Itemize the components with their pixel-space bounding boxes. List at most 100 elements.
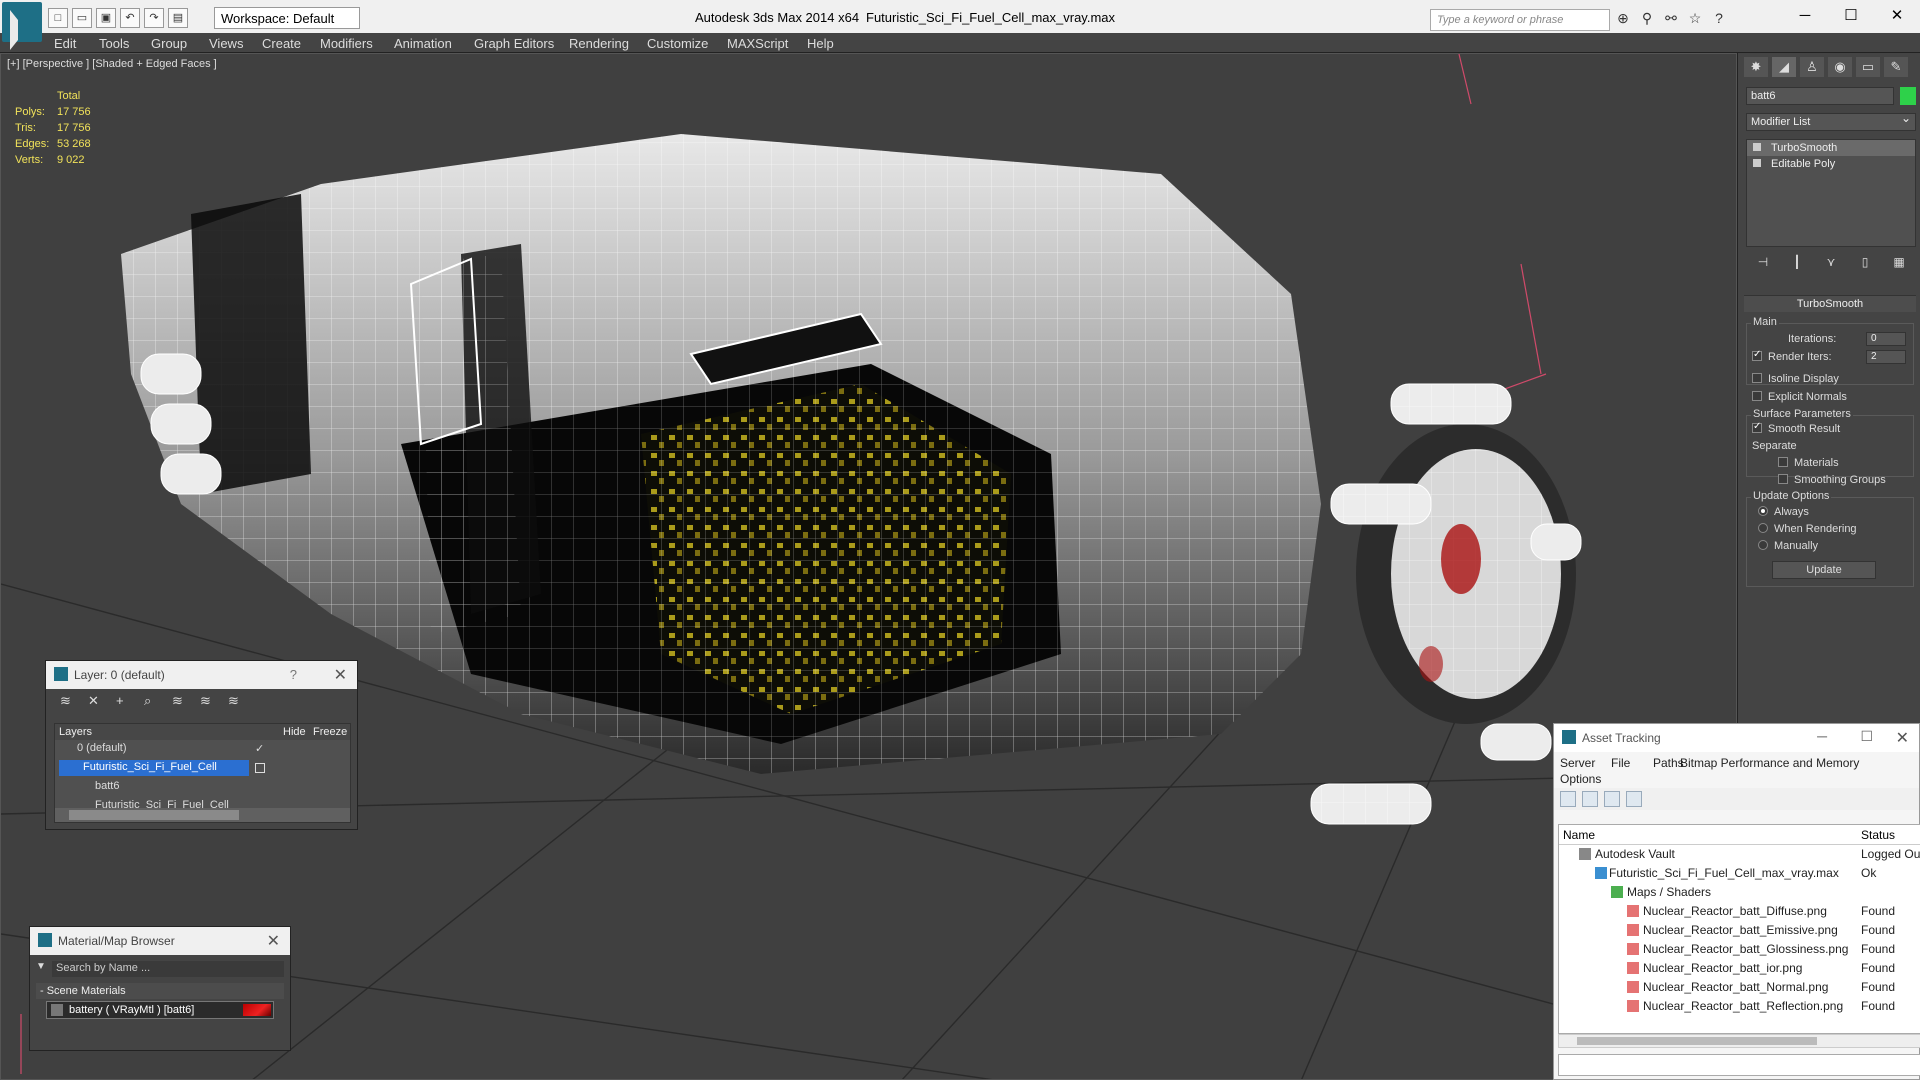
menu-graph-editors[interactable]: Graph Editors [474, 36, 554, 51]
render-iters-spinner[interactable]: 2 [1866, 350, 1906, 364]
stack-item-editable-poly[interactable]: Editable Poly [1747, 156, 1915, 172]
asset-row[interactable]: Autodesk Vault Logged Ou [1559, 845, 1920, 864]
utilities-tab-icon[interactable]: ✎ [1884, 57, 1908, 77]
material-search-input[interactable]: Search by Name ... [52, 961, 284, 977]
redo-icon[interactable]: ↷ [144, 8, 164, 28]
binoculars-icon[interactable]: ⊕ [1614, 10, 1632, 28]
menu-help[interactable]: Help [807, 36, 834, 51]
key-icon[interactable]: ⚲ [1638, 10, 1656, 28]
iterations-spinner[interactable]: 0 [1866, 332, 1906, 346]
render-iters-row[interactable]: Render Iters: [1752, 349, 1832, 363]
favorites-star-icon[interactable]: ☆ [1686, 10, 1704, 28]
asset-row[interactable]: Maps / Shaders [1559, 883, 1920, 902]
hierarchy-tab-icon[interactable]: ♙ [1800, 57, 1824, 77]
lightbulb-icon[interactable] [1753, 143, 1761, 151]
horizontal-scrollbar[interactable] [1558, 1034, 1920, 1048]
always-radio[interactable] [1758, 506, 1768, 516]
refresh-icon[interactable] [1560, 791, 1576, 807]
close-icon[interactable]: ✕ [1874, 0, 1920, 32]
help-icon[interactable]: ? [290, 667, 297, 682]
project-folder-icon[interactable]: ▤ [168, 8, 188, 28]
col-layers[interactable]: Layers [59, 726, 92, 738]
configure-sets-icon[interactable]: ▦ [1891, 255, 1907, 271]
smoothing-groups-checkbox[interactable] [1778, 474, 1788, 484]
maximize-icon[interactable]: ☐ [1860, 728, 1873, 745]
display-tab-icon[interactable]: ▭ [1856, 57, 1880, 77]
connect-icon[interactable]: ⚯ [1662, 10, 1680, 28]
undo-icon[interactable]: ↶ [120, 8, 140, 28]
explicit-normals-row[interactable]: Explicit Normals [1752, 391, 1847, 403]
update-button[interactable]: Update [1772, 561, 1876, 579]
menu-modifiers[interactable]: Modifiers [320, 36, 373, 51]
asset-row[interactable]: Nuclear_Reactor_batt_ior.png Found [1559, 959, 1920, 978]
select-layer-objects-icon[interactable]: ⌕ [144, 693, 160, 709]
maximize-icon[interactable]: ☐ [1828, 0, 1874, 32]
list-view-icon[interactable] [1582, 791, 1598, 807]
asset-row[interactable]: Nuclear_Reactor_batt_Reflection.png Foun… [1559, 997, 1920, 1016]
menu-maxscript[interactable]: MAXScript [727, 36, 788, 51]
save-icon[interactable]: ▣ [96, 8, 116, 28]
menu-tools[interactable]: Tools [99, 36, 129, 51]
material-item[interactable]: battery ( VRayMtl ) [batt6] [46, 1001, 274, 1019]
materials-row[interactable]: Materials [1778, 457, 1839, 469]
create-tab-icon[interactable]: ✸ [1744, 57, 1768, 77]
col-hide[interactable]: Hide [283, 726, 306, 738]
asset-row[interactable]: Nuclear_Reactor_batt_Emissive.png Found [1559, 921, 1920, 940]
layer-row[interactable]: Futuristic_Sci_Fi_Fuel_Cell [55, 759, 350, 778]
motion-tab-icon[interactable]: ◉ [1828, 57, 1852, 77]
close-icon[interactable]: ✕ [334, 665, 347, 685]
create-layer-icon[interactable]: ≋ [60, 693, 76, 709]
workspace-dropdown[interactable]: Workspace: Default [214, 7, 360, 29]
when-rendering-radio[interactable] [1758, 523, 1768, 533]
col-name[interactable]: Name [1563, 828, 1595, 842]
options-dropdown-icon[interactable]: ▼ [36, 961, 46, 972]
col-freeze[interactable]: Freeze [313, 726, 347, 738]
minimize-icon[interactable]: ─ [1817, 728, 1827, 744]
table-view-icon[interactable] [1626, 791, 1642, 807]
thumbnail-view-icon[interactable] [1604, 791, 1620, 807]
minimize-icon[interactable]: ─ [1782, 0, 1828, 32]
asset-row[interactable]: Nuclear_Reactor_batt_Diffuse.png Found [1559, 902, 1920, 921]
menu-animation[interactable]: Animation [394, 36, 452, 51]
freeze-all-layers-icon[interactable]: ≋ [228, 693, 244, 709]
make-unique-icon[interactable]: ⋎ [1823, 255, 1839, 271]
delete-layer-icon[interactable]: ✕ [88, 693, 104, 709]
add-to-layer-icon[interactable]: + [116, 693, 132, 709]
active-layer-check-icon[interactable]: ✓ [255, 742, 264, 755]
help-icon[interactable]: ? [1710, 10, 1728, 28]
viewport-label[interactable]: [+] [Perspective ] [Shaded + Edged Faces… [7, 58, 217, 70]
rollout-title[interactable]: TurboSmooth [1744, 296, 1916, 312]
expand-plus-icon[interactable] [1753, 159, 1761, 167]
menu-file[interactable]: File [1611, 756, 1630, 770]
menu-views[interactable]: Views [209, 36, 243, 51]
manually-radio-row[interactable]: Manually [1758, 540, 1818, 552]
open-file-icon[interactable]: ▭ [72, 8, 92, 28]
menu-customize[interactable]: Customize [647, 36, 708, 51]
set-current-layer-box[interactable] [255, 763, 265, 773]
smoothing-groups-row[interactable]: Smoothing Groups [1778, 474, 1886, 486]
asset-row[interactable]: Nuclear_Reactor_batt_Glossiness.png Foun… [1559, 940, 1920, 959]
menu-options[interactable]: Options [1560, 772, 1601, 786]
menu-bitmap-performance[interactable]: Bitmap Performance and Memory [1680, 756, 1859, 770]
menu-group[interactable]: Group [151, 36, 187, 51]
new-file-icon[interactable]: □ [48, 8, 68, 28]
stack-item-turbosmooth[interactable]: TurboSmooth [1747, 140, 1915, 156]
show-end-result-icon[interactable]: ┃ [1789, 255, 1805, 271]
scene-materials-category[interactable]: - Scene Materials [36, 983, 284, 999]
smooth-result-row[interactable]: Smooth Result [1752, 421, 1840, 435]
asset-tracking-titlebar[interactable]: Asset Tracking ✕ ☐ ─ [1554, 724, 1919, 752]
modifier-list-dropdown[interactable]: Modifier List [1746, 111, 1916, 131]
col-status[interactable]: Status [1861, 828, 1895, 842]
search-input[interactable]: Type a keyword or phrase [1430, 9, 1610, 31]
asset-row[interactable]: Futuristic_Sci_Fi_Fuel_Cell_max_vray.max… [1559, 864, 1920, 883]
isoline-checkbox[interactable] [1752, 373, 1762, 383]
horizontal-scrollbar[interactable] [55, 808, 350, 822]
materials-checkbox[interactable] [1778, 457, 1788, 467]
close-icon[interactable]: ✕ [267, 931, 280, 951]
asset-row[interactable]: Nuclear_Reactor_batt_Normal.png Found [1559, 978, 1920, 997]
material-browser-titlebar[interactable]: Material/Map Browser ✕ [30, 927, 290, 955]
explicit-normals-checkbox[interactable] [1752, 391, 1762, 401]
smooth-result-checkbox[interactable] [1752, 421, 1762, 433]
remove-modifier-icon[interactable]: ▯ [1857, 255, 1873, 271]
object-name-field[interactable]: batt6 [1746, 87, 1894, 105]
